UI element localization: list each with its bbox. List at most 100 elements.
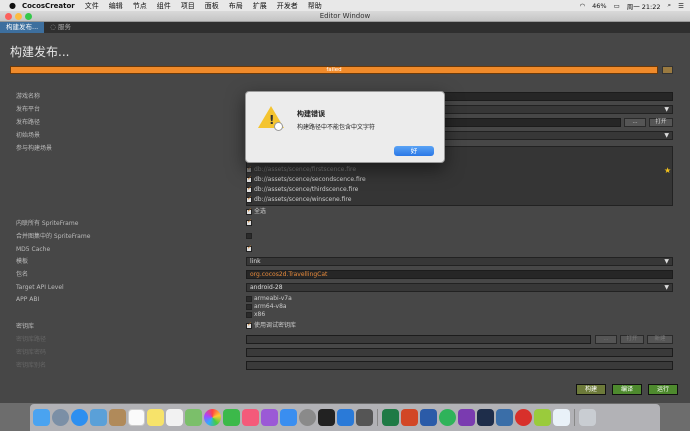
menu-developer[interactable]: 开发者: [277, 1, 298, 11]
zoom-window-icon[interactable]: [25, 13, 32, 20]
label-template: 模板: [16, 258, 29, 265]
inline-sprite-toggle[interactable]: [246, 218, 254, 227]
label-keystore-path: 密钥库路径: [16, 336, 47, 343]
label-start-scene: 初始场景: [16, 132, 41, 139]
menu-layout[interactable]: 布局: [229, 1, 243, 11]
abi-option[interactable]: x86: [246, 311, 265, 319]
menu-list-icon[interactable]: ☰: [678, 2, 684, 10]
compile-button[interactable]: 编译: [612, 384, 642, 395]
menu-node[interactable]: 节点: [133, 1, 147, 11]
notes-icon[interactable]: [147, 409, 164, 426]
excel-icon[interactable]: [382, 409, 399, 426]
merge-atlas-checkbox[interactable]: [246, 232, 252, 239]
mail-icon[interactable]: [90, 409, 107, 426]
battery-icon[interactable]: ▭: [614, 2, 620, 10]
menu-help[interactable]: 帮助: [308, 1, 322, 11]
netease-icon[interactable]: [515, 409, 532, 426]
tab-service[interactable]: ◌ 服务: [44, 22, 77, 33]
keystore-password-input[interactable]: [246, 348, 673, 357]
label-keystore-password: 密钥库密码: [16, 349, 47, 356]
api-level-select[interactable]: android-28 ▼: [246, 283, 673, 292]
checkbox[interactable]: [246, 303, 252, 310]
onenote-icon[interactable]: [458, 409, 475, 426]
menu-extension[interactable]: 扩展: [253, 1, 267, 11]
maps-icon[interactable]: [185, 409, 202, 426]
merge-atlas-toggle[interactable]: [246, 232, 254, 240]
scene-path: db://assets/scence/thirdscence.fire: [254, 186, 359, 193]
calendar-icon[interactable]: [128, 409, 145, 426]
build-button[interactable]: 构建: [576, 384, 606, 395]
pycharm-icon[interactable]: [477, 409, 494, 426]
finder-icon[interactable]: [33, 409, 50, 426]
select-all-checkbox[interactable]: [246, 207, 252, 215]
apple-icon[interactable]: ●: [9, 1, 16, 10]
app-menu[interactable]: CocosCreator: [22, 2, 75, 10]
scene-item[interactable]: db://assets/scence/thirdscence.fire: [246, 185, 359, 194]
vscode-icon[interactable]: [337, 409, 354, 426]
checkbox[interactable]: [246, 295, 252, 302]
appstore-icon[interactable]: [280, 409, 297, 426]
label-app-abi: APP ABI: [16, 296, 40, 303]
checkbox[interactable]: [246, 175, 252, 183]
debug-keystore-checkbox[interactable]: [246, 321, 252, 329]
contacts-icon[interactable]: [109, 409, 126, 426]
star-icon: ★: [664, 166, 672, 175]
safari-icon[interactable]: [71, 409, 88, 426]
keystore-browse-button[interactable]: ...: [595, 335, 617, 344]
powerpoint-icon[interactable]: [401, 409, 418, 426]
word-icon[interactable]: [420, 409, 437, 426]
scene-item[interactable]: db://assets/scence/secondscence.fire: [246, 175, 366, 184]
facetime-icon[interactable]: [223, 409, 240, 426]
md5-toggle[interactable]: [246, 244, 254, 253]
open-path-button[interactable]: 打开: [649, 118, 673, 127]
inline-sprite-checkbox[interactable]: [246, 218, 252, 226]
podcasts-icon[interactable]: [261, 409, 278, 426]
alias-input[interactable]: [246, 361, 673, 370]
android-icon[interactable]: [534, 409, 551, 426]
menu-component[interactable]: 组件: [157, 1, 171, 11]
browse-button[interactable]: ...: [624, 118, 646, 127]
terminal-icon[interactable]: [318, 409, 335, 426]
keystore-path-input[interactable]: [246, 335, 591, 344]
checkbox[interactable]: [246, 195, 252, 203]
reminders-icon[interactable]: [166, 409, 183, 426]
select-all[interactable]: 全选: [246, 207, 266, 216]
system-icon[interactable]: [356, 409, 373, 426]
template-value: link: [250, 258, 261, 265]
wireshark-icon[interactable]: [496, 409, 513, 426]
settings-icon[interactable]: [299, 409, 316, 426]
menu-edit[interactable]: 编辑: [109, 1, 123, 11]
checkbox[interactable]: [246, 311, 252, 318]
menu-project[interactable]: 项目: [181, 1, 195, 11]
minimize-window-icon[interactable]: [15, 13, 22, 20]
tab-build[interactable]: 构建发布...: [0, 22, 45, 33]
scene-item[interactable]: db://assets/scence/winscene.fire: [246, 195, 351, 204]
music-icon[interactable]: [242, 409, 259, 426]
folder-icon[interactable]: [662, 66, 673, 74]
package-input[interactable]: org.cocos2d.TravellingCat: [246, 270, 673, 279]
evernote-icon[interactable]: [439, 409, 456, 426]
keystore-new-button[interactable]: 新建: [647, 335, 673, 344]
keystore-open-button[interactable]: 打开: [620, 335, 644, 344]
template-select[interactable]: link ▼: [246, 257, 673, 266]
abi-option[interactable]: armeabi-v7a: [246, 295, 292, 303]
run-button[interactable]: 运行: [648, 384, 678, 395]
search-icon[interactable]: ⌕: [668, 1, 672, 10]
close-window-icon[interactable]: [5, 13, 12, 20]
trash-icon[interactable]: [579, 409, 596, 426]
menu-file[interactable]: 文件: [85, 1, 99, 11]
checkbox[interactable]: [246, 165, 252, 173]
drop-icon[interactable]: [553, 409, 570, 426]
launchpad-icon[interactable]: [52, 409, 69, 426]
abi-option[interactable]: arm64-v8a: [246, 303, 287, 311]
wifi-icon[interactable]: ◠: [579, 2, 585, 10]
datetime[interactable]: 周一 21:22: [627, 1, 661, 11]
window-title: Editor Window: [319, 12, 371, 20]
checkbox[interactable]: [246, 185, 252, 193]
scene-item[interactable]: db://assets/scence/firstscence.fire: [246, 165, 356, 174]
photos-icon[interactable]: [204, 409, 221, 426]
debug-keystore-toggle[interactable]: 使用调试密钥库: [246, 321, 296, 330]
md5-checkbox[interactable]: [246, 244, 252, 252]
menu-panel[interactable]: 面板: [205, 1, 219, 11]
ok-button[interactable]: 好: [394, 146, 434, 156]
